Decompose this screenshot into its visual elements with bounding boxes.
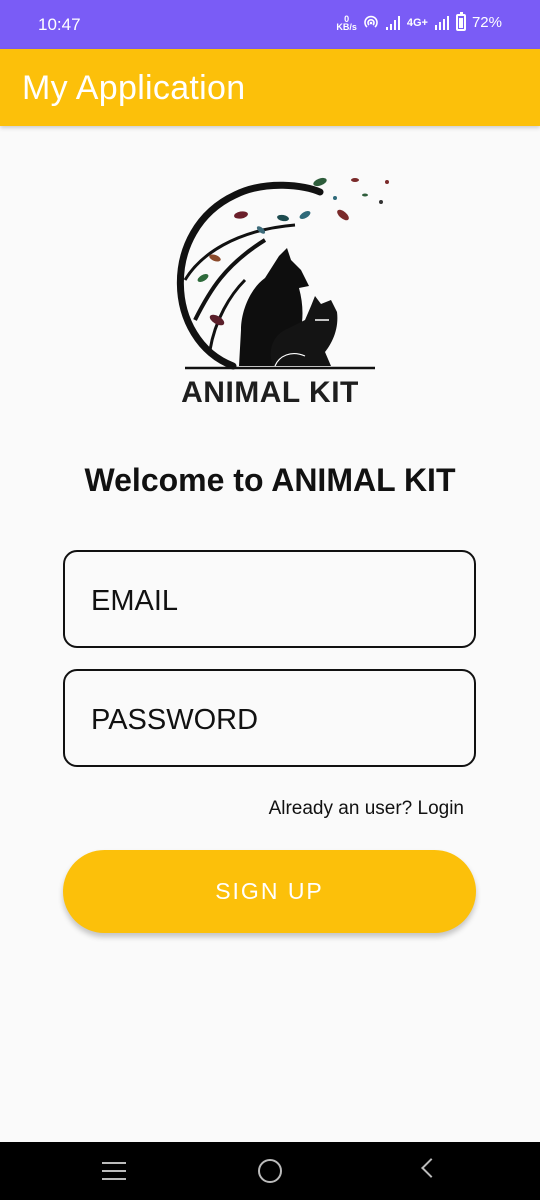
app-bar: My Application	[0, 49, 540, 126]
login-link[interactable]: Already an user? Login	[269, 798, 464, 820]
net-speed: 0 KB/s	[336, 14, 357, 32]
back-icon[interactable]	[421, 1158, 441, 1178]
home-icon[interactable]	[258, 1159, 282, 1183]
app-title: My Application	[22, 69, 246, 107]
navigation-bar	[0, 1142, 540, 1200]
net-speed-unit: KB/s	[336, 21, 357, 32]
battery-level: 72%	[471, 14, 502, 31]
password-input[interactable]	[91, 699, 451, 741]
welcome-heading: Welcome to ANIMAL KIT	[84, 462, 456, 498]
password-field[interactable]	[63, 669, 476, 767]
hotspot-icon	[364, 15, 378, 28]
signal-icon	[434, 15, 449, 30]
email-input[interactable]	[91, 580, 451, 622]
network-type: 4G+	[406, 16, 428, 29]
sign-up-button[interactable]: SIGN UP	[63, 850, 476, 933]
status-time: 10:47	[38, 15, 81, 34]
battery-icon	[455, 12, 466, 31]
signal-icon	[385, 15, 400, 30]
recent-apps-icon[interactable]	[102, 1162, 126, 1180]
status-bar: 10:47 0 KB/s 4G+ 72%	[0, 0, 540, 49]
status-icons: 0 KB/s 4G+ 72%	[336, 12, 502, 32]
email-field[interactable]	[63, 550, 476, 648]
logo-text: ANIMAL KIT	[181, 376, 359, 409]
